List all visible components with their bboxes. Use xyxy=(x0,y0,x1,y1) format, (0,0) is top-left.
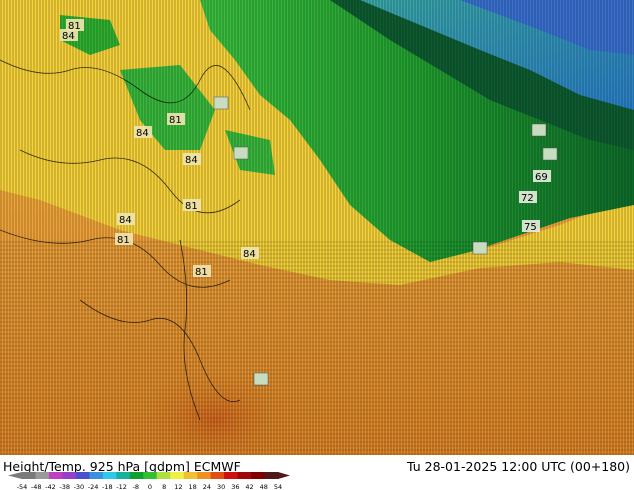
svg-text:81: 81 xyxy=(169,115,182,126)
scale-swatch xyxy=(143,472,158,479)
contour-label: 72 xyxy=(519,191,537,204)
scale-swatch xyxy=(129,472,144,479)
scale-swatch xyxy=(62,472,77,479)
scale-tick-label: -38 xyxy=(59,483,70,490)
scale-swatch xyxy=(75,472,90,479)
scale-tick-label: 30 xyxy=(217,483,225,490)
scale-tick-label: 36 xyxy=(231,483,239,490)
scale-swatch xyxy=(89,472,104,479)
scale-swatch xyxy=(48,472,63,479)
scale-swatch xyxy=(183,472,198,479)
scale-tick-label: 54 xyxy=(274,483,282,490)
contour-label: 81 xyxy=(183,199,201,212)
scale-tick-label: 24 xyxy=(203,483,211,490)
scale-swatch xyxy=(264,472,279,479)
contour-label: 69 xyxy=(533,170,551,183)
scale-arrow-left xyxy=(8,472,22,479)
scale-tick-label: -30 xyxy=(74,483,85,490)
svg-text:84: 84 xyxy=(62,31,75,42)
contour-label: 84 xyxy=(134,126,152,139)
scale-tick-label: -54 xyxy=(17,483,28,490)
svg-text:81: 81 xyxy=(185,201,198,212)
color-scale: -54 -48 -42 -38 -30 -24 -18 -12 -8 0 8 12 18 24 30 36 42… xyxy=(8,472,290,490)
scale-tick-label: -18 xyxy=(102,483,113,490)
scale-swatch xyxy=(22,472,36,479)
contour-label: 81 xyxy=(193,265,211,278)
contour-label: 84 xyxy=(183,153,201,166)
svg-text:81: 81 xyxy=(195,267,208,278)
contour-label: 84 xyxy=(241,247,259,260)
scale-swatch xyxy=(224,472,239,479)
svg-text:84: 84 xyxy=(136,128,149,139)
scale-arrow-right xyxy=(278,472,290,479)
scale-swatch xyxy=(102,472,117,479)
svg-text:84: 84 xyxy=(185,155,198,166)
scale-swatch xyxy=(116,472,131,479)
svg-text:84: 84 xyxy=(243,249,256,260)
svg-text:81: 81 xyxy=(117,235,130,246)
contour-label: 81 xyxy=(167,113,185,126)
scale-tick-label: -24 xyxy=(88,483,99,490)
svg-text:72: 72 xyxy=(521,193,534,204)
scale-swatch xyxy=(35,472,50,479)
scale-swatch xyxy=(170,472,185,479)
scale-tick-label: 8 xyxy=(162,483,166,490)
valid-time: Tu 28-01-2025 12:00 UTC (00+180) xyxy=(407,459,630,474)
contour-label: 75 xyxy=(522,220,540,233)
scale-tick-label: -42 xyxy=(45,483,56,490)
scale-tick-label: -12 xyxy=(116,483,127,490)
contour-label: 81 xyxy=(115,233,133,246)
scale-swatch xyxy=(251,472,266,479)
scale-tick-label: -48 xyxy=(31,483,42,490)
scale-tick-label: 18 xyxy=(189,483,197,490)
scale-swatch xyxy=(156,472,171,479)
weather-map: 81 84 84 81 84 81 84 81 84 81 69 72 75 xyxy=(0,0,634,455)
scale-swatch xyxy=(210,472,225,479)
svg-text:84: 84 xyxy=(119,215,132,226)
scale-tick-label: 42 xyxy=(245,483,253,490)
contour-label: 84 xyxy=(60,29,78,42)
scale-tick-label: 0 xyxy=(148,483,152,490)
scale-swatch xyxy=(197,472,212,479)
contour-hatching xyxy=(0,240,634,455)
scale-tick-label: 48 xyxy=(260,483,268,490)
svg-text:75: 75 xyxy=(524,222,537,233)
svg-text:69: 69 xyxy=(535,172,548,183)
contour-label: 84 xyxy=(117,213,135,226)
scale-tick-label: 12 xyxy=(174,483,182,490)
scale-tick-label: -8 xyxy=(133,483,139,490)
scale-swatch xyxy=(237,472,252,479)
